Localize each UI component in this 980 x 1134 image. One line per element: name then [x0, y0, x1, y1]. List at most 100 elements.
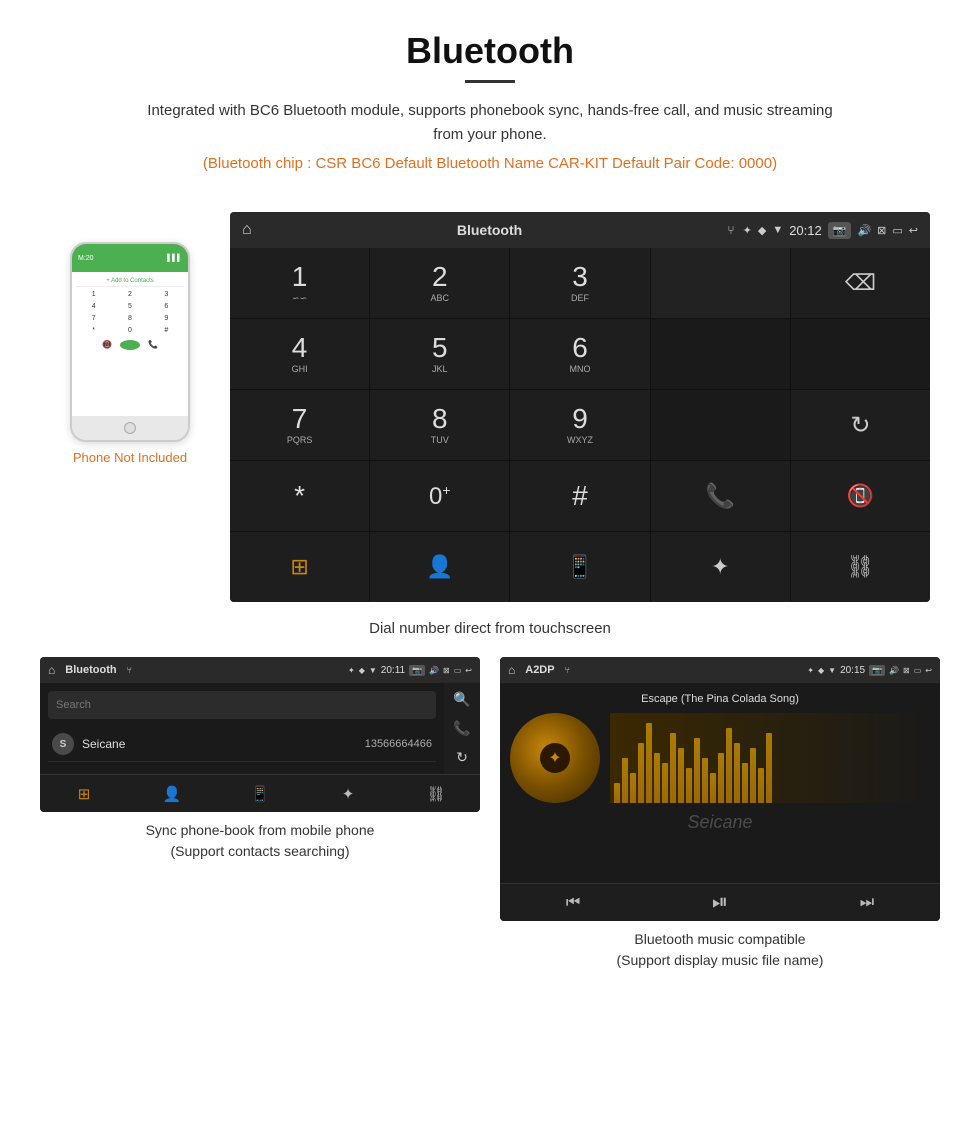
dial-key-7[interactable]: 7 PQRS	[230, 390, 369, 460]
phonebook-wrapper: ⌂ Bluetooth ⑂ ✦ ◆ ▼ 20:11 📷 🔊 ⊠ ▭ ↩	[40, 657, 480, 971]
eq-bars	[610, 713, 930, 803]
music-x-icon[interactable]: ⊠	[903, 666, 910, 675]
eq-bar	[654, 753, 660, 803]
dial-phone-icon[interactable]: 📱	[510, 532, 649, 602]
phone-top-bar: M:20 ▌▌▌	[72, 244, 188, 272]
eq-bar	[766, 733, 772, 803]
dial-empty-34	[651, 390, 790, 460]
phone-key-hash: #	[149, 325, 184, 336]
dial-key-star[interactable]: *	[230, 461, 369, 531]
dial-call-red[interactable]: 📵	[791, 461, 930, 531]
pb-person-btn[interactable]: 👤	[128, 775, 216, 812]
eq-bar	[686, 768, 692, 803]
phonebook-caption-sub: (Support contacts searching)	[171, 843, 350, 859]
dial-key-2[interactable]: 2 ABC	[370, 248, 509, 318]
eq-bar	[702, 758, 708, 803]
title-section: Bluetooth Integrated with BC6 Bluetooth …	[0, 0, 980, 202]
dial-key-3[interactable]: 3 DEF	[510, 248, 649, 318]
pb-refresh-side-icon[interactable]: ↻	[456, 749, 468, 766]
dial-status-bar: ⌂ Bluetooth ⑂ ✦ ◆ ▼ 20:12 📷 🔊 ⊠ ▭ ↩	[230, 212, 930, 248]
search-bar[interactable]: Search	[48, 691, 436, 719]
volume-icon[interactable]: 🔊	[857, 224, 871, 237]
home-icon[interactable]: ⌂	[242, 221, 252, 239]
wifi-icon: ▼	[772, 224, 783, 236]
next-button[interactable]: ⏭	[860, 894, 874, 912]
prev-button[interactable]: ⏮	[566, 894, 580, 912]
contact-row[interactable]: S Seicane 13566664466	[48, 727, 436, 762]
dial-empty-25	[791, 319, 930, 389]
dial-key-9[interactable]: 9 WXYZ	[510, 390, 649, 460]
pb-x-icon[interactable]: ⊠	[443, 666, 450, 675]
dial-key-6[interactable]: 6 MNO	[510, 319, 649, 389]
status-time: 20:12	[789, 223, 822, 238]
phone-not-included: Phone Not Included	[73, 450, 187, 465]
status-icons: ✦ ◆ ▼ 20:12 📷 🔊 ⊠ ▭ ↩	[743, 222, 918, 239]
eq-bar	[742, 763, 748, 803]
dial-call-green[interactable]: 📞	[651, 461, 790, 531]
phone-key-9: 9	[149, 313, 184, 324]
pb-grid-btn[interactable]: ⊞	[40, 775, 128, 812]
dial-grid-icon[interactable]: ⊞	[230, 532, 369, 602]
pb-time: 20:11	[381, 665, 405, 676]
pb-status-icons: ✦ ◆ ▼ 20:11 📷 🔊 ⊠ ▭ ↩	[348, 665, 472, 676]
dial-screen-title: Bluetooth	[260, 222, 720, 238]
dial-key-0[interactable]: 0+	[370, 461, 509, 531]
eq-bar	[670, 733, 676, 803]
phonebook-content: Search S Seicane 13566664466	[40, 683, 444, 774]
pb-call-side-icon[interactable]: 📞	[453, 720, 470, 737]
dial-key-1[interactable]: 1 ∽∽	[230, 248, 369, 318]
phone-key-8: 8	[112, 313, 147, 324]
pb-home-icon[interactable]: ⌂	[48, 663, 55, 677]
music-home-icon[interactable]: ⌂	[508, 663, 515, 677]
phone-key-1: 1	[76, 289, 111, 300]
bt-status-icon: ✦	[743, 224, 752, 237]
pb-bt-btn[interactable]: ✦	[304, 775, 392, 812]
eq-bar	[718, 753, 724, 803]
dial-key-8[interactable]: 8 TUV	[370, 390, 509, 460]
pb-wifi-icon: ▼	[369, 666, 377, 675]
pb-vol-icon[interactable]: 🔊	[429, 666, 439, 675]
phone-key-0: 0	[112, 325, 147, 336]
phonebook-screen: ⌂ Bluetooth ⑂ ✦ ◆ ▼ 20:11 📷 🔊 ⊠ ▭ ↩	[40, 657, 480, 812]
phonebook-side-icons: 🔍 📞 ↻	[444, 683, 480, 774]
phone-add-contacts: + Add to Contacts	[76, 276, 184, 287]
page-description: Integrated with BC6 Bluetooth module, su…	[140, 99, 840, 147]
dial-refresh[interactable]: ↻	[791, 390, 930, 460]
music-vol-icon[interactable]: 🔊	[889, 666, 899, 675]
music-status-bar: ⌂ A2DP ⑂ ✦ ◆ ▼ 20:15 📷 🔊 ⊠ ▭ ↩	[500, 657, 940, 683]
camera-button[interactable]: 📷	[828, 222, 852, 239]
dial-key-4[interactable]: 4 GHI	[230, 319, 369, 389]
eq-bar	[734, 743, 740, 803]
dial-bluetooth-icon[interactable]: ✦	[651, 532, 790, 602]
pb-loc-icon: ◆	[359, 666, 365, 675]
pb-back-icon[interactable]: ↩	[465, 666, 472, 675]
phonebook-body-wrapper: Search S Seicane 13566664466 🔍 📞 ↻	[40, 683, 480, 774]
title-divider	[465, 80, 515, 83]
dial-key-hash[interactable]: #	[510, 461, 649, 531]
pb-search-side-icon[interactable]: 🔍	[453, 691, 470, 708]
close-icon[interactable]: ⊠	[877, 224, 886, 237]
music-usb-icon: ⑂	[565, 665, 570, 675]
music-back-icon[interactable]: ↩	[925, 666, 932, 675]
pb-camera-icon[interactable]: 📷	[409, 665, 425, 676]
contact-phone: 13566664466	[365, 738, 432, 750]
dial-link-icon[interactable]: ⛓	[791, 532, 930, 602]
dial-key-5[interactable]: 5 JKL	[370, 319, 509, 389]
pb-link-btn[interactable]: ⛓	[392, 775, 480, 812]
back-icon[interactable]: ↩	[909, 224, 918, 237]
play-pause-button[interactable]: ⏯	[712, 891, 728, 914]
music-camera-icon[interactable]: 📷	[869, 665, 885, 676]
pb-phone-btn[interactable]: 📱	[216, 775, 304, 812]
window-icon[interactable]: ▭	[892, 224, 902, 237]
eq-bar	[630, 773, 636, 803]
phone-key-7: 7	[76, 313, 111, 324]
dial-person-icon[interactable]: 👤	[370, 532, 509, 602]
pb-rect-icon[interactable]: ▭	[454, 666, 462, 675]
dial-display	[651, 248, 790, 318]
music-rect-icon[interactable]: ▭	[914, 666, 922, 675]
phone-bottom	[72, 416, 188, 440]
album-art: ✦	[510, 713, 600, 803]
phone-body: + Add to Contacts 1 2 3 4 5 6 7 8 9 * 0 …	[72, 272, 188, 416]
dial-backspace[interactable]: ⌫	[791, 248, 930, 318]
dial-empty-24	[651, 319, 790, 389]
